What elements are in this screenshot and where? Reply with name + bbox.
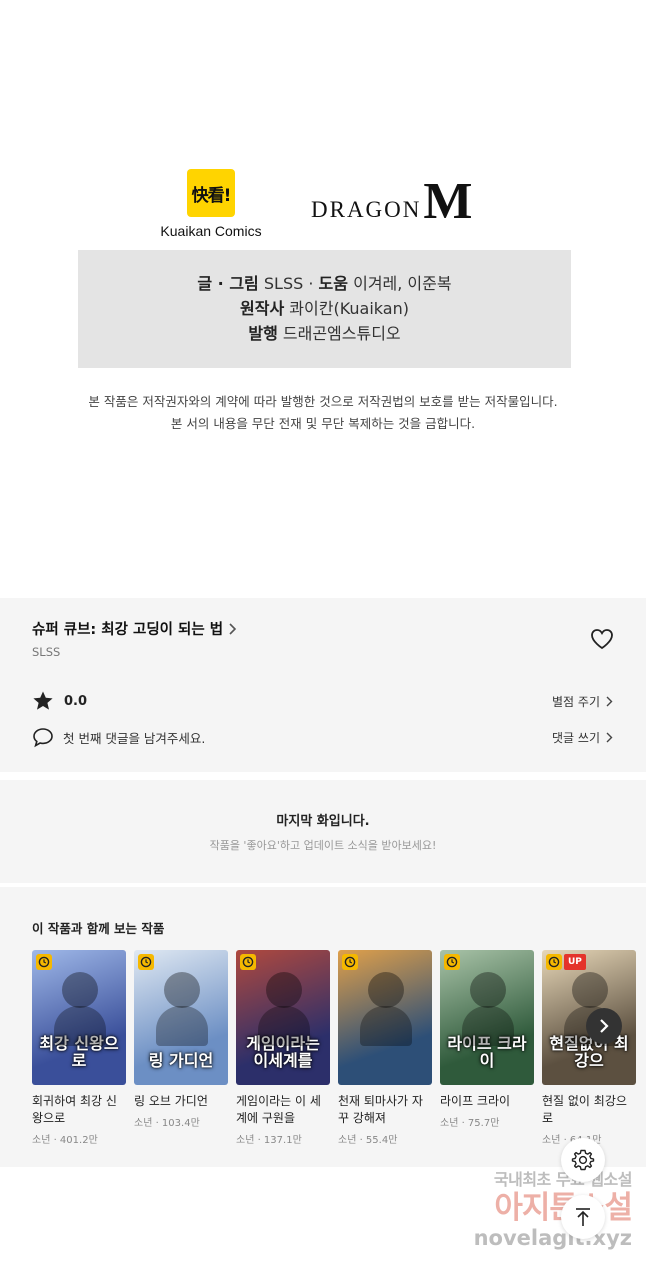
chevron-right-icon [606,732,613,743]
credit-label-publisher: 발행 [248,324,278,343]
recommendation-card[interactable]: 라이프 크라이 라이프 크라이 소년 · 75.7만 [440,950,534,1146]
chevron-right-icon [229,622,237,635]
recommendation-meta: 소년 · 401.2만 [32,1135,98,1146]
credit-line-original: 원작사 콰이칸(Kuaikan) [240,298,409,320]
series-author: SLSS [32,645,61,659]
recommendation-card[interactable]: 천재 퇴마사가 자꾸 강해져소년 · 55.4만 [338,950,432,1146]
cover-character-body [360,1006,412,1046]
last-episode-notice: 마지막 화입니다. 작품을 '좋아요'하고 업데이트 소식을 받아보세요! [0,780,646,883]
watermark-line-3: novelagit.xyz [473,1226,632,1250]
last-episode-title: 마지막 화입니다. [276,814,370,829]
credit-line-publisher: 발행 드래곤엠스튜디오 [248,323,400,345]
recommendation-card[interactable]: 최강 신왕으로회귀하여 최강 신왕으로소년 · 401.2만 [32,950,126,1146]
last-episode-subtitle: 작품을 '좋아요'하고 업데이트 소식을 받아보세요! [209,839,437,852]
cover-title: 링 가디언 [148,1051,214,1070]
copyright-line-2: 본 서의 내용을 무단 전재 및 무단 복제하는 것을 금합니다. [170,416,476,431]
recommendation-title[interactable]: 천재 퇴마사가 자꾸 강해져 [338,1093,432,1127]
recommendation-title[interactable]: 게임이라는 이 세계에 구원을 [236,1093,330,1127]
recommendation-card[interactable]: 게임이라는 이세계를게임이라는 이 세계에 구원을소년 · 137.1만 [236,950,330,1146]
write-comment-label: 댓글 쓰기 [552,731,600,745]
cover-character-body [462,1006,514,1046]
comment-icon [33,728,53,748]
rate-button-label: 별점 주기 [552,695,600,709]
series-title-link[interactable]: 슈퍼 큐브: 최강 고딩이 되는 법 [32,618,237,639]
kuaikan-badge: 快看! [187,169,235,217]
chevron-right-icon [600,1019,609,1033]
clock-icon [36,954,52,970]
dragon-m-logo: DRAGON M [311,173,473,230]
recommendation-cover[interactable]: 게임이라는 이세계를 [236,950,330,1085]
credit-label-original: 원작사 [240,299,285,318]
recommendation-cover[interactable]: 링 가디언 [134,950,228,1085]
comment-prompt-row[interactable]: 첫 번째 댓글을 남겨주세요. [32,726,205,748]
comment-prompt: 첫 번째 댓글을 남겨주세요. [63,730,206,746]
write-comment-button[interactable]: 댓글 쓰기 [552,729,613,746]
credit-label-assist: 도움 [318,274,348,293]
settings-button[interactable] [561,1138,605,1182]
clock-icon [138,954,154,970]
kuaikan-logo: 快看! Kuaikan Comics [160,169,262,239]
chevron-right-icon [606,696,613,707]
star-icon [33,691,53,710]
recommendation-title[interactable]: 링 오브 가디언 [134,1093,228,1110]
dragon-text: DRAGON [311,196,422,222]
cover-character-head [368,972,404,1008]
clock-icon [444,954,460,970]
carousel-next-button[interactable] [586,1008,622,1044]
recommendation-cover[interactable] [338,950,432,1085]
recommendation-cover[interactable]: 라이프 크라이 [440,950,534,1085]
recommendation-title[interactable]: 라이프 크라이 [440,1093,534,1110]
rate-button[interactable]: 별점 주기 [552,693,613,710]
recommendation-title[interactable]: 회귀하여 최강 신왕으로 [32,1093,126,1127]
credits-box: 글 · 그림 SLSS · 도움 이겨레, 이준복 원작사 콰이칸(Kuaika… [78,250,571,368]
dragon-m-letter: M [423,173,473,230]
rating-value: 0.0 [64,693,88,709]
recommendation-meta: 소년 · 103.4만 [134,1118,200,1129]
arrow-up-icon [576,1208,590,1226]
cover-character-head [62,972,98,1008]
cover-character-head [164,972,200,1008]
cover-character-head [572,972,608,1008]
recommendation-card[interactable]: 링 가디언링 오브 가디언소년 · 103.4만 [134,950,228,1146]
series-title[interactable]: 슈퍼 큐브: 최강 고딩이 되는 법 [32,618,223,639]
cover-character-body [156,1006,208,1046]
scroll-to-top-button[interactable] [561,1195,605,1239]
recommendation-meta: 소년 · 55.4만 [338,1135,398,1146]
recommendations-heading: 이 작품과 함께 보는 작품 [32,921,165,936]
recommendation-title[interactable]: 현질 없이 최강으로 [542,1093,636,1127]
recommendation-meta: 소년 · 75.7만 [440,1118,500,1129]
cover-character-head [266,972,302,1008]
recommendations-section: 이 작품과 함께 보는 작품 최강 신왕으로회귀하여 최강 신왕으로소년 · 4… [0,887,646,1167]
cover-character-body [258,1006,310,1046]
clock-icon [546,954,562,970]
cover-character-body [54,1006,106,1046]
credit-value-writer: SLSS [263,274,304,293]
recommendation-card[interactable]: UP현질없이 최강으현질 없이 최강으로소년 · 64.1만 [542,950,636,1146]
credit-label-writer: 글 · 그림 [197,274,259,293]
copyright-line-1: 본 작품은 저작권자와의 계약에 따라 발행한 것으로 저작권법의 보호를 받는… [88,394,558,409]
cover-character-head [470,972,506,1008]
credit-value-publisher: 드래곤엠스튜디오 [282,324,401,343]
recommendation-meta: 소년 · 137.1만 [236,1135,302,1146]
gear-icon [571,1149,595,1171]
copyright-notice: 본 작품은 저작권자와의 계약에 따라 발행한 것으로 저작권법의 보호를 받는… [0,391,646,435]
kuaikan-name: Kuaikan Comics [160,223,262,239]
credit-line-authors: 글 · 그림 SLSS · 도움 이겨레, 이준복 [197,273,451,295]
credit-value-assist: 이겨레, 이준복 [353,274,452,293]
update-badge: UP [564,954,586,970]
series-info-panel: 슈퍼 큐브: 최강 고딩이 되는 법 SLSS 0.0 별점 주기 첫 번째 댓… [0,598,646,772]
heart-icon[interactable] [589,626,615,652]
publisher-logos: 快看! Kuaikan Comics DRAGON M [0,165,646,245]
clock-icon [240,954,256,970]
rating-row: 0.0 [32,690,87,712]
credit-separator: · [308,274,314,293]
recommendation-cover[interactable]: 최강 신왕으로 [32,950,126,1085]
credit-value-original: 콰이칸(Kuaikan) [289,299,409,318]
clock-icon [342,954,358,970]
recommendations-list: 최강 신왕으로 회귀하여 최강 신왕으로 소년 · 401.2만 링 가디언 링 오브 … [32,950,636,1146]
